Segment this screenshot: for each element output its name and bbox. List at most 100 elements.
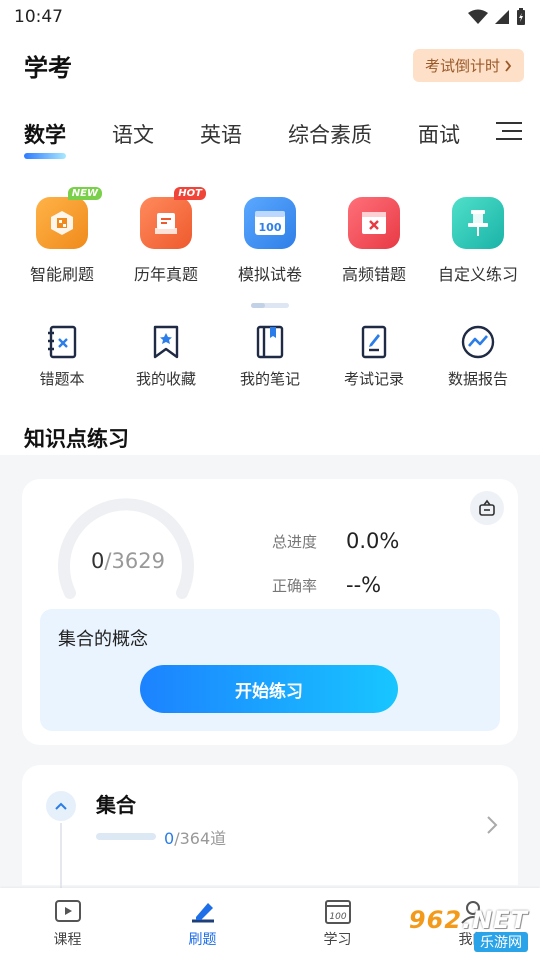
chevron-right-icon: [487, 816, 498, 834]
progress-stats: 总进度 0.0% 正确率 --%: [272, 519, 399, 607]
svg-text:100: 100: [329, 912, 346, 922]
tool-bookmark[interactable]: 我的收藏: [116, 324, 216, 389]
tab-label: 数学: [24, 123, 66, 147]
chapter-done: 0: [164, 829, 175, 848]
stat-progress: 总进度 0.0%: [272, 519, 399, 563]
nav-label: 刷题: [188, 932, 217, 948]
stat-label: 总进度: [272, 532, 318, 551]
tab-menu-icon[interactable]: [496, 122, 522, 146]
nav-course[interactable]: 课程: [18, 899, 118, 949]
hot-badge: HOT: [174, 187, 206, 200]
tab-comprehensive[interactable]: 综合素质: [288, 119, 372, 161]
knowledge-progress-card: 0/3629 总进度 0.0% 正确率 --% 集合的概念 开始练习: [22, 479, 518, 745]
course-icon: [54, 900, 81, 922]
smart-practice-icon: NEW: [36, 187, 102, 249]
timeline-line: [60, 823, 62, 893]
tab-chinese[interactable]: 语文: [112, 119, 154, 161]
battery-icon: [517, 8, 525, 25]
nav-study[interactable]: 100 学习: [288, 899, 388, 949]
grid-item-label: 智能刷题: [29, 265, 94, 284]
stat-label: 正确率: [272, 576, 318, 595]
top-section: 学考 考试倒计时 数学 语文 英语 综合素质 面试 NEW 智能刷题 HOT 历…: [0, 34, 540, 391]
stat-value: 0.0%: [346, 529, 400, 553]
watermark-logo: 962.NET: [409, 906, 528, 934]
grid-item-custom-practice[interactable]: 自定义练习: [428, 197, 528, 285]
start-practice-button[interactable]: 开始练习: [140, 665, 398, 713]
chevron-right-icon: [505, 59, 512, 72]
grid-item-label: 高频错题: [341, 265, 406, 284]
error-book-icon: [48, 325, 77, 359]
tool-label: 我的笔记: [239, 370, 300, 388]
done-count: 0: [91, 549, 105, 573]
watermark-suffix: .NET: [462, 906, 528, 934]
grid-item-label: 自定义练习: [437, 265, 518, 284]
tab-english[interactable]: 英语: [200, 119, 242, 161]
grid-page-indicator: [0, 285, 540, 308]
signal-icon: [495, 10, 509, 24]
tool-notebook[interactable]: 我的笔记: [220, 324, 320, 389]
page-title: 学考: [24, 54, 72, 82]
gauge-count: 0/3629: [91, 549, 165, 573]
quick-grid: NEW 智能刷题 HOT 历年真题 100 模拟试卷 高频错题 自定义练习: [0, 161, 540, 285]
tool-error-book[interactable]: 错题本: [12, 324, 112, 389]
tool-label: 数据报告: [447, 370, 508, 388]
nav-label: 学习: [323, 932, 352, 948]
study-icon: 100: [324, 900, 351, 924]
chevron-up-icon: [55, 802, 67, 810]
past-papers-icon: HOT: [140, 187, 206, 249]
exam-countdown-button[interactable]: 考试倒计时: [412, 49, 524, 82]
tab-label: 英语: [200, 123, 242, 147]
knowledge-section-title: 知识点练习: [0, 391, 540, 455]
chapter-count: 0/364道: [164, 825, 226, 849]
tab-active-indicator: [24, 153, 66, 159]
subject-tabs: 数学 语文 英语 综合素质 面试: [0, 97, 540, 161]
stat-value: --%: [346, 573, 382, 597]
new-badge: NEW: [67, 187, 102, 200]
total-count: 3629: [111, 549, 165, 573]
tool-label: 我的收藏: [135, 370, 196, 388]
status-icons: [468, 8, 526, 26]
status-time: 10:47: [14, 7, 63, 27]
grid-item-frequent-errors[interactable]: 高频错题: [324, 197, 424, 285]
tab-math[interactable]: 数学: [24, 119, 66, 161]
grid-item-label: 模拟试卷: [237, 265, 302, 284]
mock-exam-icon: 100: [244, 197, 296, 249]
current-topic-box: 集合的概念 开始练习: [40, 609, 500, 731]
chapter-progress-bar: [96, 833, 156, 840]
chapter-total: /364道: [174, 829, 227, 848]
grid-item-past-papers[interactable]: HOT 历年真题: [116, 187, 216, 285]
tool-exam-record[interactable]: 考试记录: [324, 324, 424, 389]
tool-label: 错题本: [39, 370, 85, 388]
nav-practice[interactable]: 刷题: [153, 899, 253, 949]
watermark-text: 乐游网: [474, 932, 528, 952]
grid-item-mock-exam[interactable]: 100 模拟试卷: [220, 197, 320, 285]
stat-accuracy: 正确率 --%: [272, 563, 399, 607]
nav-label: 课程: [53, 932, 82, 948]
header: 学考 考试倒计时: [0, 34, 540, 97]
collapse-toggle[interactable]: [46, 791, 76, 821]
status-bar: 10:47: [0, 0, 540, 34]
tool-data-report[interactable]: 数据报告: [428, 324, 528, 389]
exam-record-icon: [361, 325, 387, 359]
bookmark-icon: [153, 325, 179, 359]
custom-practice-icon: [452, 197, 504, 249]
grid-item-smart-practice[interactable]: NEW 智能刷题: [12, 187, 112, 285]
robot-icon: [479, 499, 495, 516]
robot-assistant-button[interactable]: [470, 491, 504, 525]
current-topic-title: 集合的概念: [58, 629, 148, 650]
grid-item-label: 历年真题: [133, 265, 198, 284]
tab-label: 综合素质: [288, 123, 372, 147]
tool-label: 考试记录: [343, 370, 404, 388]
tab-interview[interactable]: 面试: [418, 119, 460, 161]
tab-label: 语文: [112, 123, 154, 147]
countdown-label: 考试倒计时: [424, 57, 500, 75]
site-watermark: 962.NET 乐游网: [409, 906, 528, 952]
chapter-card[interactable]: 集合 0/364道: [22, 765, 518, 893]
notebook-icon: [256, 325, 284, 359]
practice-icon: [191, 903, 214, 923]
mock-exam-icon-text: 100: [259, 221, 282, 234]
data-report-icon: [461, 325, 495, 359]
tools-row: 错题本 我的收藏 我的笔记 考试记录 数据报告: [0, 308, 540, 389]
chapter-title: 集合: [96, 793, 136, 817]
watermark-number: 962: [408, 906, 463, 934]
